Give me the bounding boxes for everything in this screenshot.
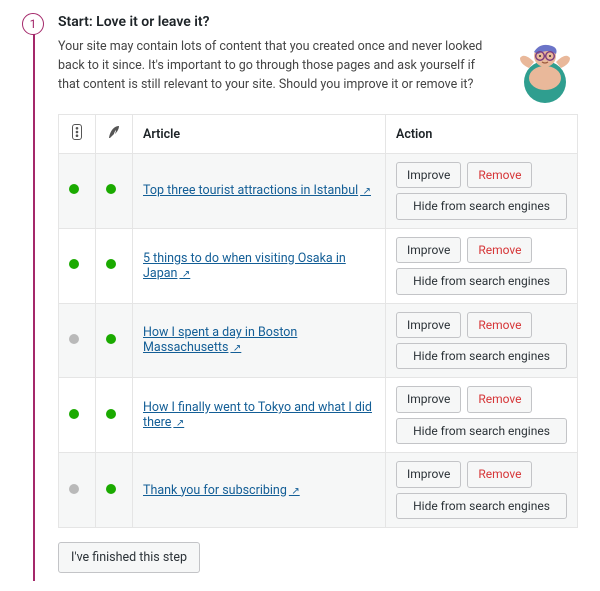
- seo-indicator-cell: [59, 453, 96, 528]
- article-link[interactable]: Top three tourist attractions in Istanbu…: [143, 183, 371, 198]
- article-link[interactable]: Thank you for subscribing ↗: [143, 483, 300, 498]
- improve-button[interactable]: Improve: [396, 386, 461, 412]
- article-cell: Top three tourist attractions in Istanbu…: [133, 154, 386, 229]
- seo-score-dot: [69, 334, 79, 344]
- seo-score-dot: [69, 409, 79, 419]
- hide-from-search-button[interactable]: Hide from search engines: [396, 193, 567, 219]
- readability-score-dot: [106, 334, 116, 344]
- improve-button[interactable]: Improve: [396, 312, 461, 338]
- article-title: 5 things to do when visiting Osaka in Ja…: [143, 251, 346, 281]
- action-cell: ImproveRemove Hide from search engines: [386, 378, 578, 453]
- remove-button[interactable]: Remove: [467, 312, 532, 338]
- readability-score-dot: [106, 409, 116, 419]
- content-audit-table: Article Action Top three tourist attract…: [58, 114, 578, 528]
- table-row: How I spent a day in Boston Massachusett…: [59, 303, 578, 378]
- action-cell: ImproveRemove Hide from search engines: [386, 303, 578, 378]
- seo-score-dot: [69, 259, 79, 269]
- remove-button[interactable]: Remove: [467, 461, 532, 487]
- step-title: Start: Love it or leave it?: [58, 14, 578, 30]
- article-cell: Thank you for subscribing ↗: [133, 453, 386, 528]
- readability-indicator-cell: [96, 453, 133, 528]
- action-cell: ImproveRemove Hide from search engines: [386, 453, 578, 528]
- external-link-icon: ↗: [289, 486, 300, 497]
- step-number-badge: 1: [22, 13, 44, 35]
- remove-button[interactable]: Remove: [467, 386, 532, 412]
- article-title: Top three tourist attractions in Istanbu…: [143, 183, 358, 198]
- readability-score-dot: [106, 259, 116, 269]
- improve-button[interactable]: Improve: [396, 461, 461, 487]
- remove-button[interactable]: Remove: [467, 162, 532, 188]
- step-intro-text: Your site may contain lots of content th…: [58, 38, 498, 94]
- feather-icon: [106, 124, 122, 140]
- seo-score-dot: [69, 184, 79, 194]
- article-cell: 5 things to do when visiting Osaka in Ja…: [133, 228, 386, 303]
- article-link[interactable]: How I finally went to Tokyo and what I d…: [143, 400, 372, 430]
- hide-from-search-button[interactable]: Hide from search engines: [396, 493, 567, 519]
- traffic-light-icon: [69, 124, 85, 140]
- seo-indicator-cell: [59, 228, 96, 303]
- step-timeline-line: [33, 34, 35, 581]
- improve-button[interactable]: Improve: [396, 237, 461, 263]
- seo-indicator-cell: [59, 378, 96, 453]
- readability-indicator-cell: [96, 228, 133, 303]
- seo-score-dot: [69, 484, 79, 494]
- hide-from-search-button[interactable]: Hide from search engines: [396, 418, 567, 444]
- seo-indicator-cell: [59, 303, 96, 378]
- table-row: Thank you for subscribing ↗ ImproveRemove…: [59, 453, 578, 528]
- hide-from-search-button[interactable]: Hide from search engines: [396, 343, 567, 369]
- article-cell: How I finally went to Tokyo and what I d…: [133, 378, 386, 453]
- table-row: 5 things to do when visiting Osaka in Ja…: [59, 228, 578, 303]
- col-action-header: Action: [386, 115, 578, 154]
- hide-from-search-button[interactable]: Hide from search engines: [396, 268, 567, 294]
- remove-button[interactable]: Remove: [467, 237, 532, 263]
- readability-score-dot: [106, 484, 116, 494]
- table-row: How I finally went to Tokyo and what I d…: [59, 378, 578, 453]
- col-article-header: Article: [133, 115, 386, 154]
- mascot-illustration: [512, 38, 578, 104]
- article-link[interactable]: How I spent a day in Boston Massachusett…: [143, 325, 297, 355]
- readability-indicator-cell: [96, 154, 133, 229]
- external-link-icon: ↗: [230, 343, 241, 354]
- table-row: Top three tourist attractions in Istanbu…: [59, 154, 578, 229]
- article-title: How I spent a day in Boston Massachusett…: [143, 325, 297, 355]
- seo-indicator-cell: [59, 154, 96, 229]
- finish-step-button[interactable]: I've finished this step: [58, 542, 200, 573]
- external-link-icon: ↗: [360, 186, 371, 197]
- readability-indicator-cell: [96, 303, 133, 378]
- col-seo-indicator: [59, 115, 96, 154]
- external-link-icon: ↗: [173, 418, 184, 429]
- article-link[interactable]: 5 things to do when visiting Osaka in Ja…: [143, 251, 346, 281]
- article-cell: How I spent a day in Boston Massachusett…: [133, 303, 386, 378]
- readability-score-dot: [106, 184, 116, 194]
- external-link-icon: ↗: [179, 269, 190, 280]
- improve-button[interactable]: Improve: [396, 162, 461, 188]
- readability-indicator-cell: [96, 378, 133, 453]
- article-title: Thank you for subscribing: [143, 483, 287, 498]
- action-cell: ImproveRemove Hide from search engines: [386, 228, 578, 303]
- action-cell: ImproveRemove Hide from search engines: [386, 154, 578, 229]
- col-readability-indicator: [96, 115, 133, 154]
